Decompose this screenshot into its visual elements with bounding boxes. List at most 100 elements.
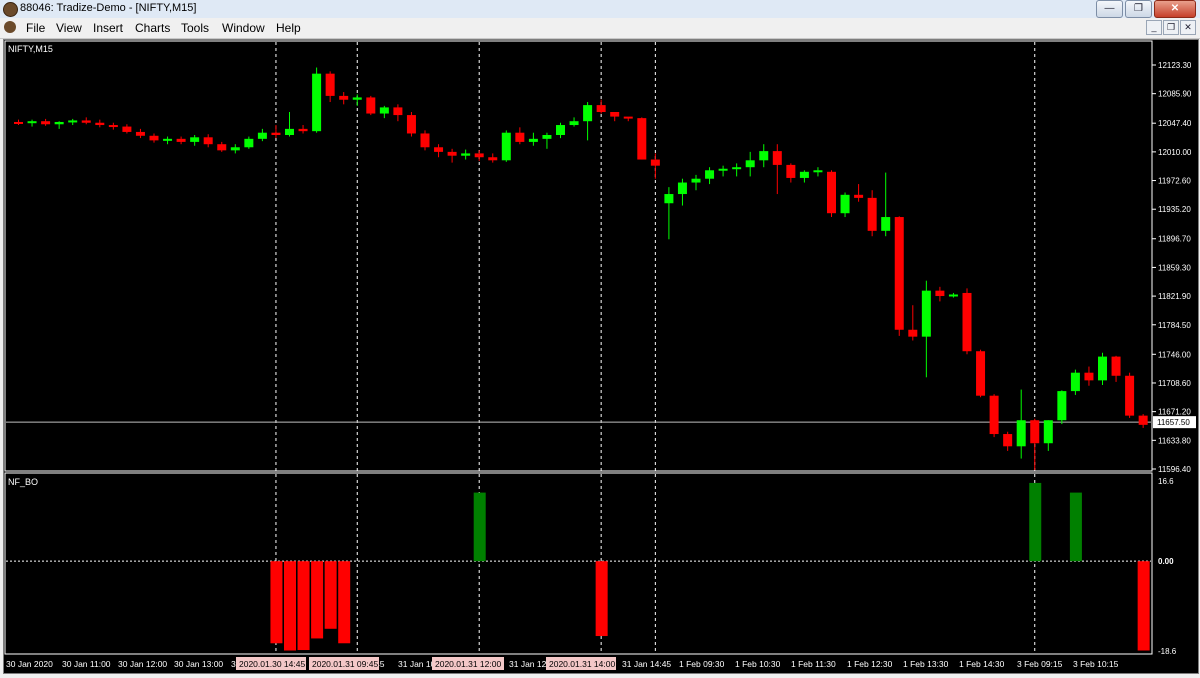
time-label: 30 Jan 11:00 (62, 659, 111, 669)
maximize-button[interactable]: ❐ (1125, 0, 1152, 18)
candle-body (217, 144, 227, 151)
candle-body (366, 97, 376, 114)
histogram-bar (1029, 482, 1042, 562)
candle-body (935, 290, 945, 297)
candle-body (691, 178, 701, 183)
candle-body (542, 135, 552, 139)
chart-close-button[interactable]: ✕ (1180, 20, 1196, 35)
time-marker-label: 2020.01.31 14:00 (549, 659, 615, 669)
menu-insert[interactable]: Insert (93, 21, 123, 35)
time-axis: 30 Jan 2020 30 Jan 11:00 30 Jan 12:00 30 Ja… (6, 657, 1119, 670)
candle-body (962, 292, 972, 352)
candle-body (501, 132, 511, 161)
candle-body (1016, 420, 1026, 447)
histogram-bar (473, 492, 486, 562)
candle-body (1084, 372, 1094, 381)
time-label: 1 Feb 09:30 (679, 659, 725, 669)
candle (948, 292, 958, 298)
price-label: 11746.00 (1158, 350, 1191, 359)
candle (122, 124, 132, 134)
candle-body (948, 294, 958, 297)
candle-body (772, 151, 782, 165)
candle-body (759, 151, 769, 161)
candle (623, 116, 633, 122)
candle-body (230, 147, 240, 151)
menu-help[interactable]: Help (276, 21, 301, 35)
candle-body (637, 118, 647, 160)
time-label: 31 Jan 14:45 (622, 659, 671, 669)
candle (1057, 390, 1067, 425)
candle (163, 136, 173, 145)
histogram-bar (338, 561, 351, 644)
price-label: 12085.90 (1158, 90, 1192, 99)
candle (68, 118, 78, 126)
time-label: 1 Feb 12:30 (847, 659, 893, 669)
price-label: 11596.40 (1158, 465, 1191, 474)
histogram-bar (1069, 492, 1082, 562)
candle (54, 121, 64, 129)
indicator-scale-label: 0.00 (1158, 557, 1174, 566)
candle-body (854, 194, 864, 198)
candle (230, 144, 240, 154)
candle (14, 119, 23, 126)
indicator-scale-label: -18.6 (1158, 647, 1177, 656)
chart-minimize-button[interactable]: _ (1146, 20, 1162, 35)
candle-body (81, 120, 91, 123)
main-plot-frame (4, 40, 1153, 472)
price-label: 11708.60 (1158, 379, 1191, 388)
candle-body (976, 351, 986, 396)
chart-window-icon[interactable] (4, 21, 16, 33)
histogram-bar (297, 561, 310, 651)
candle (379, 105, 389, 119)
candle (135, 128, 145, 139)
candle-body (1003, 434, 1013, 447)
candle-body (285, 128, 294, 136)
candle-body (176, 138, 186, 142)
candle-body (14, 121, 23, 124)
candle-body (461, 153, 471, 156)
candle (1111, 355, 1121, 382)
price-label: 11972.60 (1158, 177, 1191, 186)
candle (244, 136, 254, 149)
indicator-label: NF_BO (8, 477, 38, 487)
minimize-button[interactable]: — (1096, 0, 1123, 18)
histogram-bar (284, 561, 296, 651)
candle (786, 163, 796, 183)
candle (257, 128, 267, 142)
chart-window[interactable]: NIFTY,M15 NF_BO 12123.30 12085.90 12047.40… (3, 39, 1199, 674)
candle (1125, 372, 1135, 418)
candle (1098, 352, 1107, 385)
candle (1138, 414, 1148, 428)
candle (650, 153, 660, 179)
candle (542, 132, 552, 149)
menu-charts[interactable]: Charts (135, 21, 170, 35)
candle (908, 305, 918, 341)
chart-window-controls: _ ❐ ✕ (1146, 20, 1196, 35)
chart-canvas[interactable]: NIFTY,M15 NF_BO 12123.30 12085.90 12047.40… (4, 40, 1198, 673)
candle (1016, 389, 1026, 459)
close-button[interactable]: ✕ (1154, 0, 1196, 18)
menu-view[interactable]: View (56, 21, 82, 35)
candle-body (95, 122, 105, 126)
candle-body (203, 137, 213, 145)
menu-tools[interactable]: Tools (181, 21, 209, 35)
candle-body (786, 164, 796, 178)
candle-body (556, 125, 565, 136)
candle (217, 141, 227, 152)
candle (556, 122, 565, 139)
menu-file[interactable]: File (26, 21, 45, 35)
candle (989, 394, 999, 438)
time-label: 31 Jan 10 (398, 659, 436, 669)
indicator-axis: 16.6 0.00 -18.6 (1158, 477, 1177, 656)
candle-body (339, 95, 349, 100)
candle (732, 163, 742, 177)
window-controls: — ❐ ✕ (1096, 0, 1196, 18)
menu-window[interactable]: Window (222, 21, 265, 35)
candle-body (650, 159, 660, 166)
candle-body (1030, 420, 1040, 444)
chart-restore-button[interactable]: ❐ (1163, 20, 1179, 35)
candle (1084, 366, 1094, 386)
candle (691, 174, 701, 191)
price-label: 11935.20 (1158, 205, 1191, 214)
candle-body (420, 133, 430, 148)
